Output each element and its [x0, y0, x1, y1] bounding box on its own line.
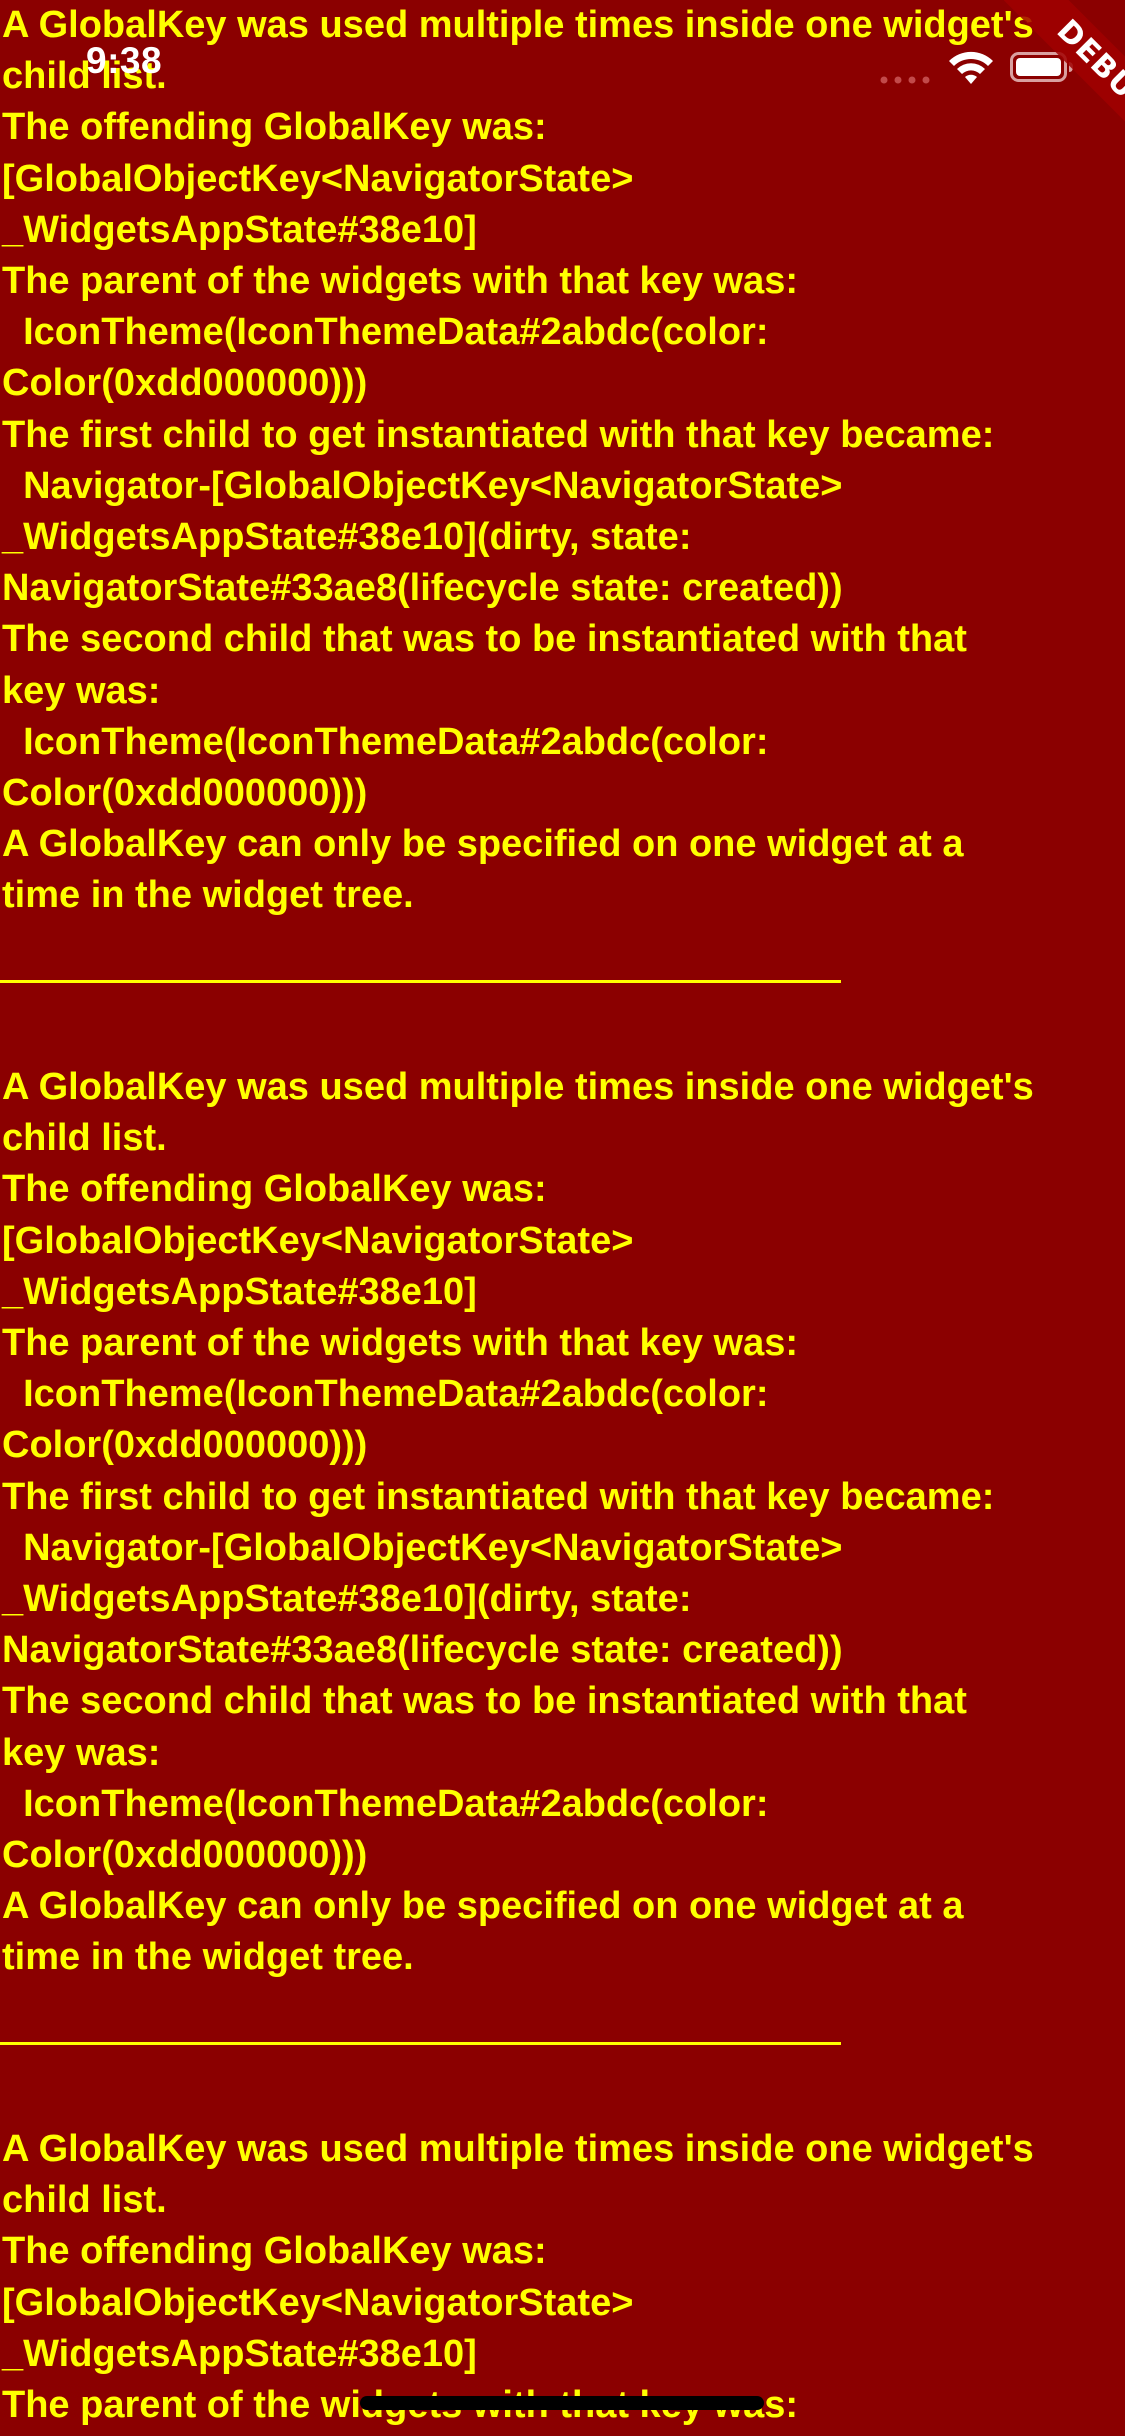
signal-dots-icon: [880, 76, 930, 84]
error-message-2: A GlobalKey was used multiple times insi…: [2, 1066, 1034, 1979]
home-indicator[interactable]: [360, 2396, 764, 2410]
error-separator-1: [0, 980, 841, 983]
status-time: 9:38: [86, 40, 163, 81]
error-screen: A GlobalKey was used multiple times insi…: [0, 0, 1125, 2436]
error-separator-2: [0, 2042, 841, 2045]
error-message-3: A GlobalKey was used multiple times insi…: [2, 2128, 1034, 2427]
error-message-1: A GlobalKey was used multiple times insi…: [2, 4, 1034, 917]
battery-icon: [1010, 52, 1073, 82]
wifi-icon: [949, 51, 993, 84]
